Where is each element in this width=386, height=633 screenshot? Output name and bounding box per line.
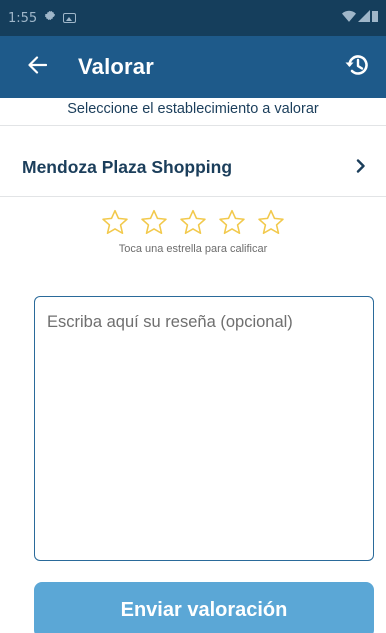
star-rating [0, 208, 386, 238]
star-4-button[interactable] [217, 208, 248, 238]
star-outline-icon [101, 209, 128, 235]
star-outline-icon [140, 209, 167, 235]
star-outline-icon [218, 209, 245, 235]
settings-gear-icon [44, 10, 56, 26]
app-bar: Valorar [0, 36, 386, 98]
rating-hint: Toca una estrella para calificar [118, 243, 268, 255]
star-5-button[interactable] [256, 208, 287, 238]
battery-icon [372, 10, 378, 26]
cell-signal-icon [358, 10, 370, 26]
star-outline-icon [179, 209, 206, 235]
arrow-left-icon [27, 56, 48, 78]
star-2-button[interactable] [139, 208, 170, 238]
star-1-button[interactable] [100, 208, 131, 238]
back-button[interactable] [20, 50, 54, 84]
divider [0, 125, 386, 126]
divider [0, 196, 386, 197]
star-3-button[interactable] [178, 208, 209, 238]
wifi-icon [342, 10, 356, 26]
establishment-name: Mendoza Plaza Shopping [22, 156, 233, 177]
star-outline-icon [257, 209, 284, 235]
review-textarea[interactable] [34, 296, 374, 561]
history-button[interactable] [342, 52, 372, 82]
select-establishment-label: Seleccione el establecimiento a valorar [67, 101, 319, 117]
page-title: Valorar [78, 54, 155, 79]
photo-icon [63, 13, 77, 23]
status-bar: 1:55 [0, 0, 386, 36]
submit-rating-button[interactable]: Enviar valoración [34, 582, 374, 633]
chevron-right-icon [356, 158, 366, 177]
history-icon [344, 52, 370, 82]
establishment-selector[interactable]: Mendoza Plaza Shopping [0, 145, 386, 189]
status-time: 1:55 [8, 10, 38, 26]
